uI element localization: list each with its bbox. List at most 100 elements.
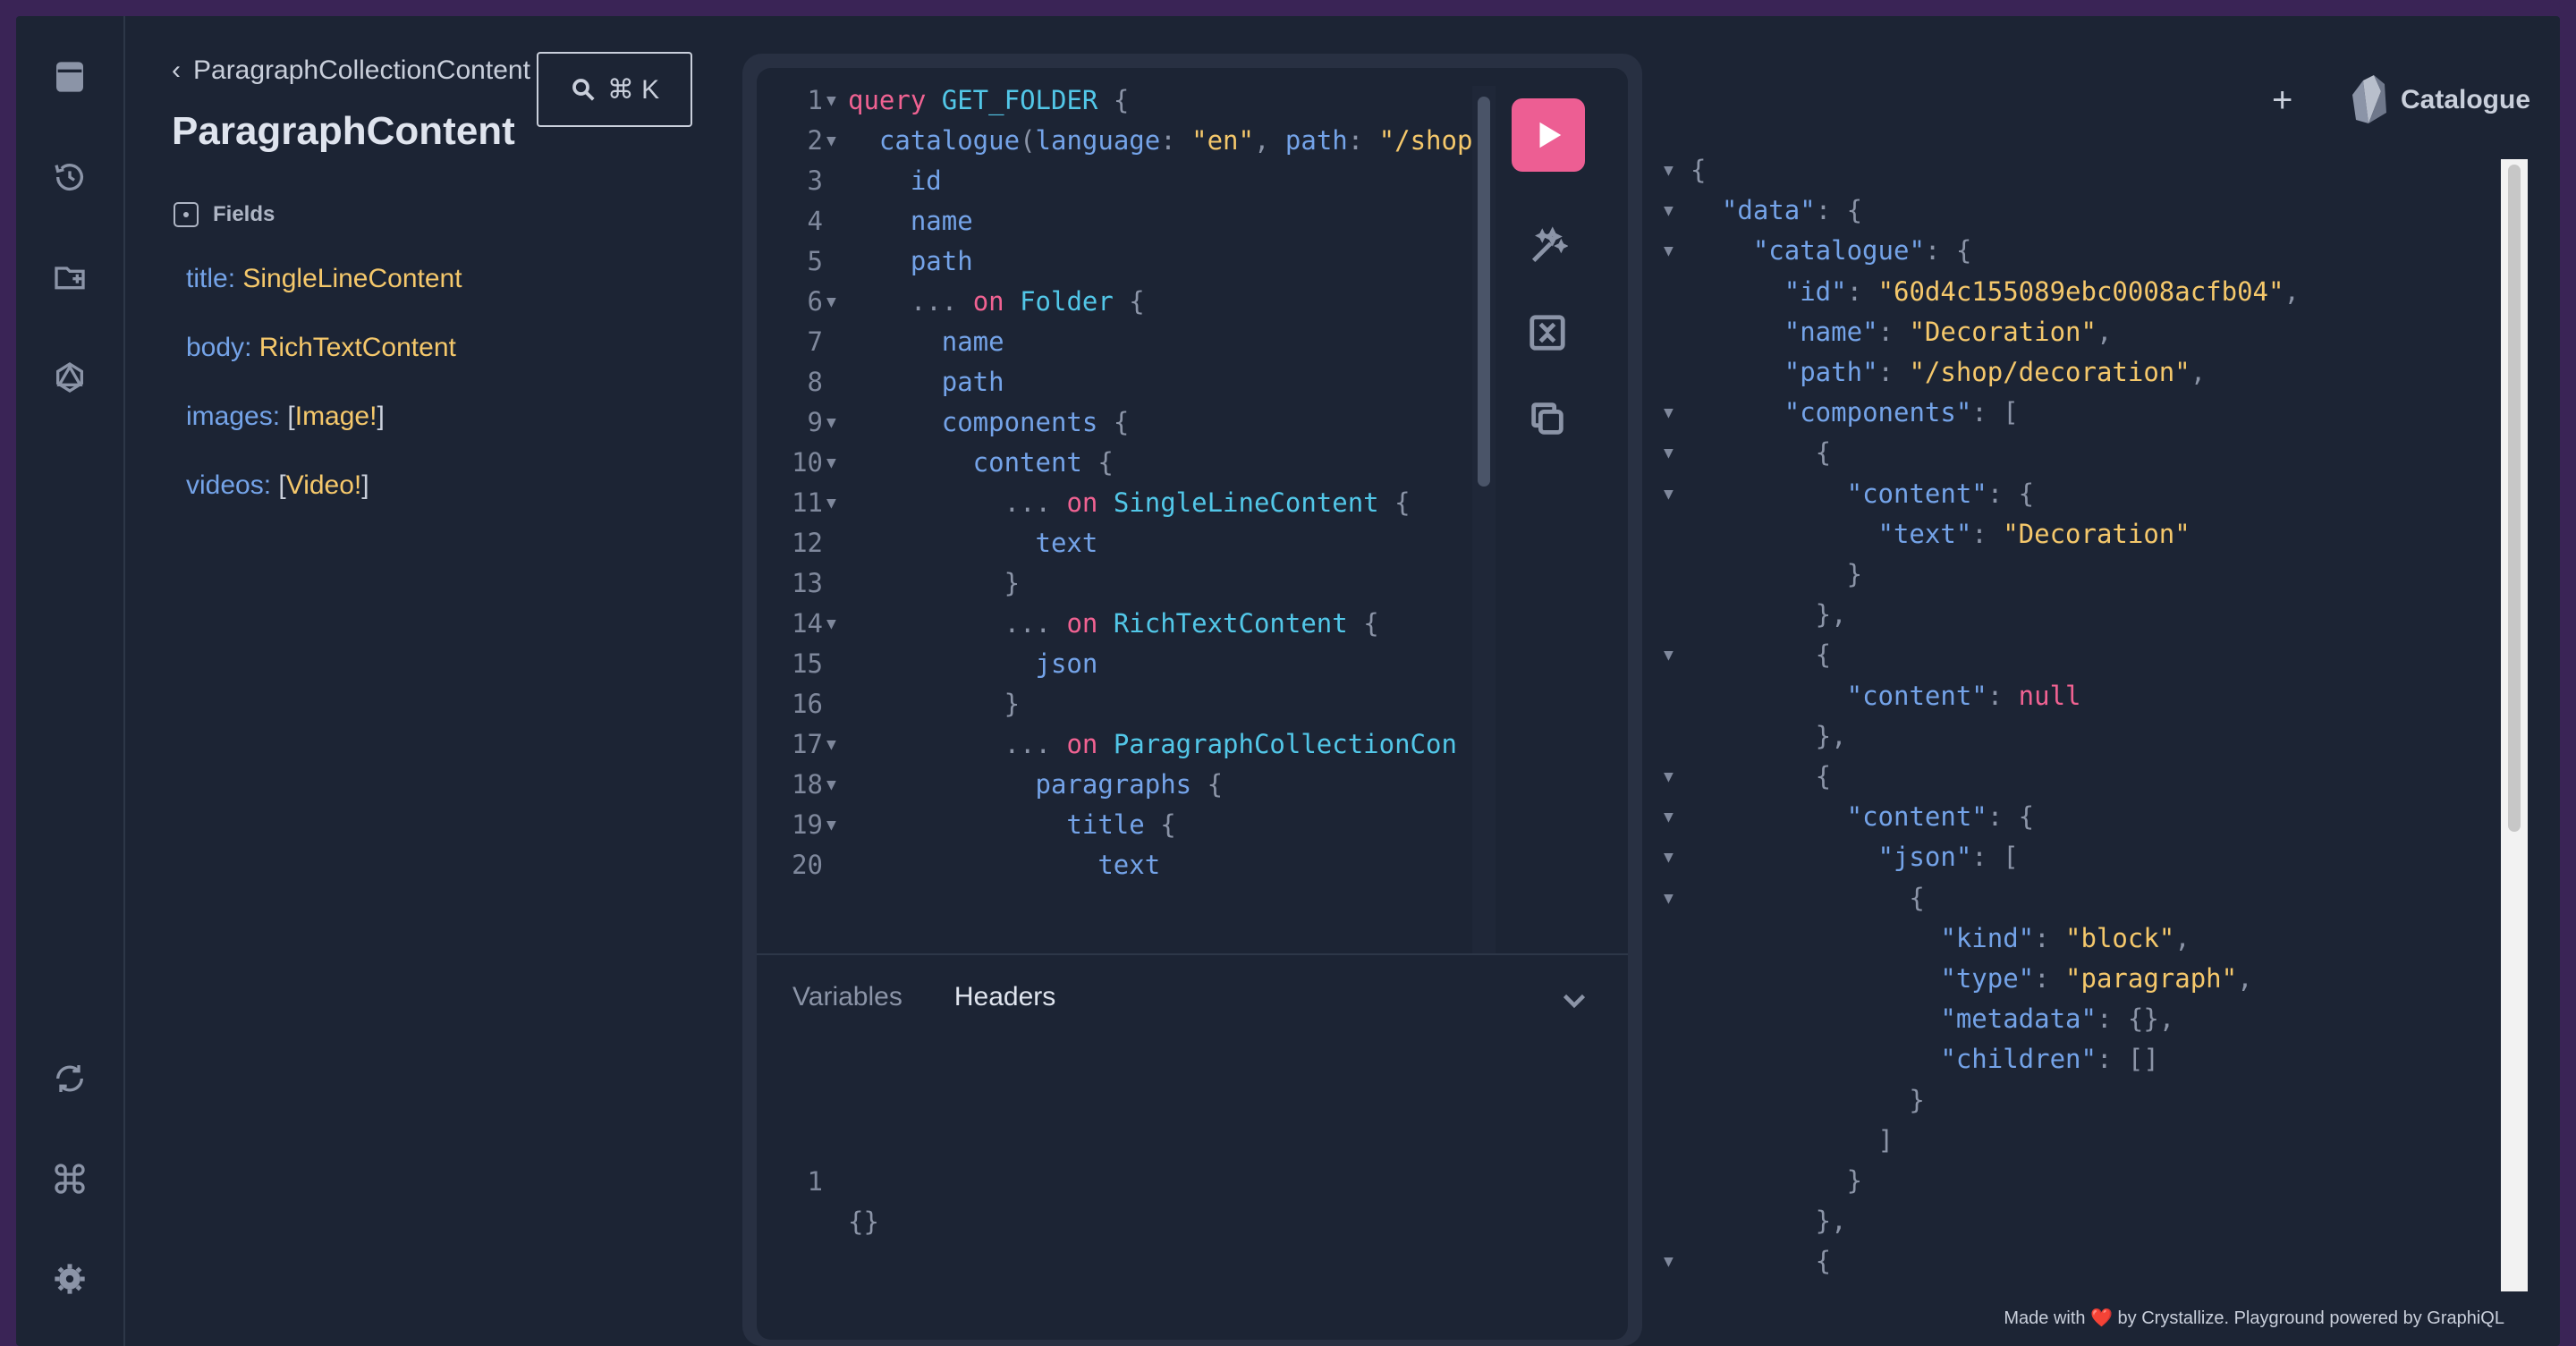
crystal-logo-icon [2352, 75, 2386, 123]
result-token: "text" [1877, 518, 1972, 549]
collections-icon[interactable] [50, 258, 89, 297]
result-token: : [ [1971, 842, 2019, 873]
result-token [1690, 1003, 1940, 1034]
result-text: { [1690, 1241, 1831, 1279]
fold-toggle-icon[interactable]: ▼ [1664, 837, 1674, 877]
history-icon[interactable] [50, 157, 89, 197]
fold-toggle-icon[interactable]: ▼ [826, 402, 836, 443]
copy-query-button[interactable] [1524, 395, 1571, 442]
code-token: name [848, 326, 1004, 357]
line-number: 20 [792, 850, 823, 880]
add-tab-button[interactable]: + [2272, 80, 2292, 121]
fold-toggle-icon[interactable]: ▼ [1664, 474, 1674, 514]
code-token: } [848, 689, 1021, 719]
fold-toggle-icon[interactable]: ▼ [1664, 635, 1674, 675]
code-token: "/shop [1378, 125, 1473, 156]
field-type-link[interactable]: Video! [286, 470, 362, 500]
field-name[interactable]: videos [186, 470, 264, 500]
fold-toggle-icon[interactable]: ▼ [826, 765, 836, 805]
result-token: "components" [1784, 397, 1972, 428]
code-token: ... [848, 487, 1067, 518]
fold-toggle-icon[interactable]: ▼ [1664, 190, 1674, 231]
field-type-link[interactable]: Image! [295, 402, 377, 431]
line-number: 7 [807, 326, 823, 357]
line-number: 18 [792, 769, 823, 800]
code-token: json [848, 648, 1098, 679]
result-token [1690, 519, 1878, 549]
code-token: : [1160, 125, 1192, 156]
result-text: "text": "Decoration" [1690, 514, 2190, 554]
result-scrollbar[interactable] [2501, 159, 2528, 1291]
run-query-button[interactable] [1512, 98, 1585, 172]
back-label: ParagraphCollectionContent [193, 55, 530, 85]
tab-variables[interactable]: Variables [792, 982, 902, 1012]
fold-toggle-icon[interactable]: ▼ [1664, 878, 1674, 918]
field-1[interactable]: body: RichTextContent [186, 333, 456, 363]
field-type-link[interactable]: RichTextContent [259, 333, 456, 362]
fold-toggle-icon[interactable]: ▼ [1664, 1241, 1674, 1279]
line-number: 3 [807, 165, 823, 196]
list-open-bracket: [ [278, 470, 286, 500]
code-text: } [848, 563, 1020, 604]
field-separator: : [272, 402, 288, 431]
field-3[interactable]: videos: [Video!] [186, 470, 369, 501]
result-token: "content" [1846, 478, 1987, 509]
result-token: "children" [1940, 1044, 2097, 1075]
result-scroll-thumb[interactable] [2508, 165, 2521, 832]
result-token [1690, 1044, 1940, 1074]
toggle-editor-tools-button[interactable] [1558, 984, 1590, 1016]
result-token: : { [1987, 801, 2035, 833]
schema-icon[interactable] [50, 358, 89, 397]
query-code[interactable]: 1 ▼ query GET_FOLDER {2 ▼ catalogue(languag… [757, 68, 1490, 953]
docs-icon[interactable] [50, 57, 89, 97]
result-text: { [1690, 433, 1831, 473]
code-token: SingleLineContent [1113, 487, 1379, 518]
result-token [1690, 317, 1784, 347]
result-text: "children": [] [1690, 1039, 2158, 1079]
fold-toggle-icon[interactable]: ▼ [826, 724, 836, 765]
code-token: language [1035, 125, 1161, 156]
result-token: { [1690, 761, 1832, 792]
fold-toggle-icon[interactable]: ▼ [826, 80, 836, 121]
result-header: + Catalogue [1642, 54, 2560, 152]
code-text: ... on SingleLineContent { [848, 483, 1411, 523]
result-token: ] [1690, 1124, 1894, 1156]
docs-search-button[interactable]: ⌘ K [537, 52, 692, 127]
prettify-button[interactable] [1524, 224, 1571, 270]
fold-toggle-icon[interactable]: ▼ [1664, 393, 1674, 433]
code-text: text [848, 845, 1160, 885]
fold-toggle-icon[interactable]: ▼ [826, 604, 836, 644]
field-name[interactable]: title [186, 264, 228, 293]
fold-toggle-icon[interactable]: ▼ [1664, 757, 1674, 797]
result-json: ▼{▼ "data": {▼ "catalogue": { "id": "60d… [1642, 150, 2497, 1279]
fold-toggle-icon[interactable]: ▼ [826, 483, 836, 523]
editor-scrollbar[interactable] [1478, 97, 1490, 487]
result-text: "path": "/shop/decoration", [1690, 352, 2206, 393]
result-token: } [1690, 559, 1863, 589]
fold-toggle-icon[interactable]: ▼ [1664, 433, 1674, 473]
settings-icon[interactable] [50, 1259, 89, 1299]
docs-back-link[interactable]: ‹ ParagraphCollectionContent [172, 55, 530, 86]
refresh-icon[interactable] [50, 1059, 89, 1098]
fold-toggle-icon[interactable]: ▼ [1664, 231, 1674, 271]
footer-credit: Made with ❤️ by Crystallize. Playground … [1642, 1291, 2528, 1345]
code-token: Folder [1020, 286, 1114, 317]
fold-toggle-icon[interactable]: ▼ [826, 443, 836, 483]
fold-toggle-icon[interactable]: ▼ [826, 282, 836, 322]
result-text: { [1690, 878, 1924, 918]
tab-headers[interactable]: Headers [954, 982, 1055, 1012]
result-token: { [1690, 155, 1707, 185]
command-icon[interactable] [50, 1159, 89, 1198]
field-0[interactable]: title: SingleLineContent [186, 264, 462, 294]
field-type-link[interactable]: SingleLineContent [242, 264, 462, 293]
field-2[interactable]: images: [Image!] [186, 402, 385, 432]
field-name[interactable]: images [186, 402, 273, 431]
fold-toggle-icon[interactable]: ▼ [826, 805, 836, 845]
code-token: on [1066, 729, 1114, 759]
result-token: }, [1690, 1206, 1847, 1237]
field-name[interactable]: body [186, 333, 244, 362]
fold-toggle-icon[interactable]: ▼ [1664, 797, 1674, 837]
fold-toggle-icon[interactable]: ▼ [1664, 150, 1674, 190]
merge-fragments-button[interactable] [1524, 309, 1571, 356]
fold-toggle-icon[interactable]: ▼ [826, 121, 836, 161]
